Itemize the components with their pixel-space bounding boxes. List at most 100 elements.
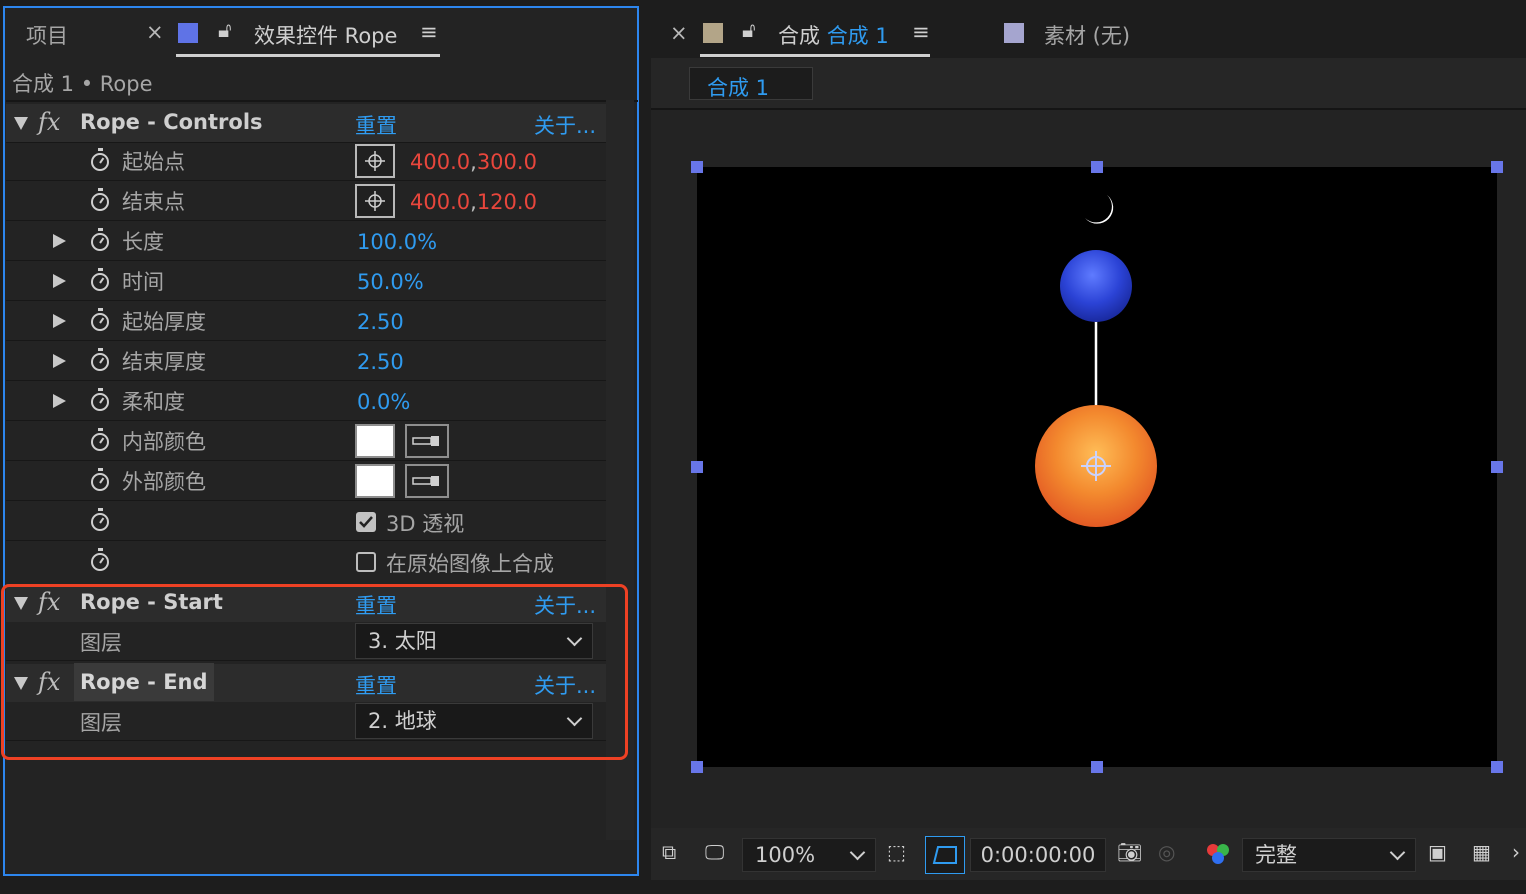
- comp-color-icon: [703, 23, 723, 43]
- color-swatch[interactable]: [355, 464, 395, 498]
- row-divider: [6, 180, 606, 181]
- expand-icon[interactable]: [53, 274, 66, 288]
- expand-icon[interactable]: [53, 394, 66, 408]
- lock-icon[interactable]: 🔓︎: [218, 18, 232, 43]
- always-preview-icon[interactable]: ⧉: [662, 840, 676, 864]
- point-value[interactable]: 400.0,300.0: [410, 150, 537, 174]
- timecode-field[interactable]: 0:00:00:00: [970, 838, 1106, 872]
- tab-project[interactable]: 项目: [26, 20, 68, 50]
- check-icon: [359, 516, 373, 528]
- point-x[interactable]: 400.0: [410, 190, 470, 214]
- point-y[interactable]: 120.0: [477, 190, 537, 214]
- checkbox-label[interactable]: 在原始图像上合成: [386, 548, 554, 578]
- color-channels-icon[interactable]: [1204, 840, 1232, 868]
- timecode-value: 0:00:00:00: [980, 843, 1096, 867]
- property-label: 内部颜色: [122, 430, 206, 454]
- earth-ball[interactable]: [1060, 250, 1132, 322]
- expand-icon[interactable]: [53, 234, 66, 248]
- tab-effect-controls[interactable]: 效果控件 Rope: [254, 20, 397, 50]
- stopwatch-icon[interactable]: [91, 188, 109, 211]
- property-value[interactable]: 50.0%: [357, 270, 424, 294]
- point-picker-button[interactable]: [355, 144, 395, 178]
- panel-menu-icon[interactable]: ≡: [420, 20, 438, 44]
- transform-handle[interactable]: [1091, 761, 1103, 773]
- point-x[interactable]: 400.0: [410, 150, 470, 174]
- overflow-icon[interactable]: ›: [1512, 840, 1520, 864]
- fx-icon[interactable]: fx: [38, 108, 60, 136]
- eyedropper-icon: [412, 436, 439, 446]
- resolution-value: 完整: [1255, 843, 1297, 867]
- panel-menu-icon[interactable]: ≡: [912, 20, 930, 44]
- property-label: 起始点: [122, 150, 185, 174]
- property-label: 起始厚度: [122, 310, 206, 334]
- transform-handle[interactable]: [691, 761, 703, 773]
- about-link[interactable]: 关于...: [534, 110, 596, 140]
- stopwatch-icon[interactable]: [91, 548, 109, 571]
- row-divider: [6, 540, 606, 541]
- stopwatch-icon[interactable]: [91, 148, 109, 171]
- row-divider: [6, 460, 606, 461]
- row-divider: [6, 420, 606, 421]
- stopwatch-icon[interactable]: [91, 268, 109, 291]
- region-icon[interactable]: ⬚: [887, 840, 906, 864]
- snapshot-icon[interactable]: ◎: [1158, 840, 1175, 864]
- transform-handle[interactable]: [691, 161, 703, 173]
- row-divider: [6, 340, 606, 341]
- eyedropper-icon: [412, 476, 439, 486]
- resolution-dropdown[interactable]: 完整: [1242, 838, 1416, 872]
- stopwatch-icon[interactable]: [91, 508, 109, 531]
- property-value[interactable]: 0.0%: [357, 390, 410, 414]
- point-picker-button[interactable]: [355, 184, 395, 218]
- color-swatch[interactable]: [355, 424, 395, 458]
- zoom-dropdown[interactable]: 100%: [742, 838, 876, 872]
- stopwatch-icon[interactable]: [91, 308, 109, 331]
- reset-link[interactable]: 重置: [355, 110, 397, 140]
- transparency-grid-toggle[interactable]: [925, 836, 965, 874]
- stopwatch-icon[interactable]: [91, 388, 109, 411]
- close-icon[interactable]: ×: [670, 21, 688, 45]
- row-divider: [6, 142, 606, 143]
- row-divider: [6, 260, 606, 261]
- fast-preview-icon[interactable]: ▣: [1428, 840, 1447, 864]
- checkbox-3d[interactable]: [356, 512, 376, 532]
- monitor-icon[interactable]: 🖵︎: [705, 840, 724, 864]
- collapse-icon[interactable]: [14, 117, 28, 130]
- checkbox-composite[interactable]: [356, 552, 376, 572]
- crosshair-icon: [365, 191, 385, 211]
- transform-handle[interactable]: [1491, 461, 1503, 473]
- tab-footage[interactable]: 素材 (无): [1044, 20, 1130, 50]
- eyedropper-button[interactable]: [405, 464, 449, 498]
- checkerboard-icon[interactable]: ▦: [1472, 840, 1491, 864]
- effect-name[interactable]: Rope - Controls: [80, 110, 263, 134]
- transform-handle[interactable]: [1091, 161, 1103, 173]
- eyedropper-button[interactable]: [405, 424, 449, 458]
- divider: [6, 100, 638, 102]
- stopwatch-icon[interactable]: [91, 348, 109, 371]
- stopwatch-icon[interactable]: [91, 428, 109, 451]
- row-divider: [6, 380, 606, 381]
- composition-viewer[interactable]: [697, 167, 1497, 767]
- expand-icon[interactable]: [53, 354, 66, 368]
- stopwatch-icon[interactable]: [91, 228, 109, 251]
- lock-icon[interactable]: 🔓︎: [742, 18, 756, 43]
- expand-icon[interactable]: [53, 314, 66, 328]
- checkbox-label[interactable]: 3D 透视: [386, 508, 464, 538]
- point-y[interactable]: 300.0: [477, 150, 537, 174]
- subtab-comp[interactable]: 合成 1: [689, 67, 813, 100]
- row-divider: [6, 300, 606, 301]
- property-value[interactable]: 2.50: [357, 350, 404, 374]
- tab-composition[interactable]: 合成 合成 1: [778, 20, 889, 50]
- stopwatch-icon[interactable]: [91, 468, 109, 491]
- property-value[interactable]: 100.0%: [357, 230, 437, 254]
- footage-color-icon: [1004, 23, 1024, 43]
- transform-handle[interactable]: [1491, 761, 1503, 773]
- transform-handle[interactable]: [1491, 161, 1503, 173]
- point-value[interactable]: 400.0,120.0: [410, 190, 537, 214]
- tab-comp-name: 合成 1: [826, 24, 889, 48]
- chevron-down-icon: [1389, 844, 1406, 861]
- transform-handle[interactable]: [691, 461, 703, 473]
- camera-icon[interactable]: 📷︎: [1117, 840, 1142, 864]
- close-icon[interactable]: ×: [146, 20, 164, 44]
- property-value[interactable]: 2.50: [357, 310, 404, 334]
- crosshair-icon: [365, 151, 385, 171]
